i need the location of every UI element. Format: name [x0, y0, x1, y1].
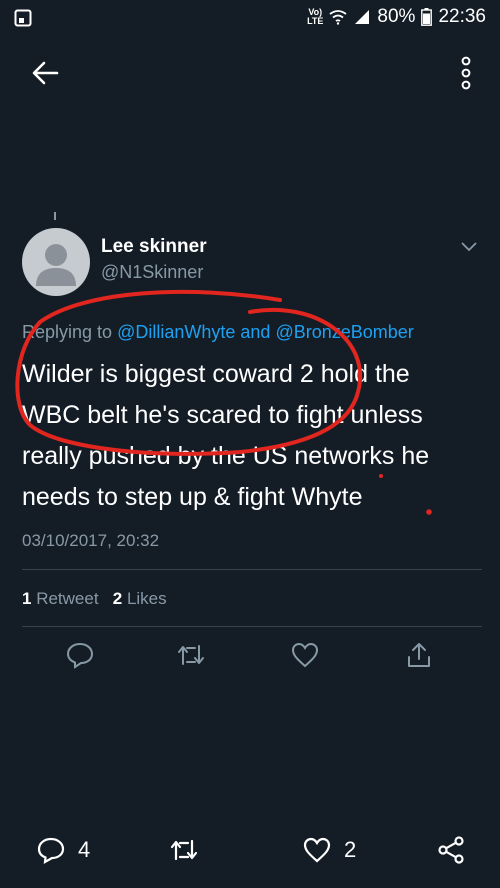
author-handle[interactable]: @N1Skinner	[101, 262, 203, 283]
signal-icon	[355, 10, 370, 24]
tweet-actions	[0, 640, 500, 676]
tweet-stats: 1 Retweet 2 Likes	[22, 589, 167, 609]
likes-stat[interactable]: 2 Likes	[113, 589, 167, 608]
status-bar: Vo) LTE 80% 22:36	[0, 0, 500, 36]
retweet-stat[interactable]: 1 Retweet	[22, 589, 99, 608]
likes-count-button[interactable]: 2	[302, 835, 356, 865]
tweet-timestamp: 03/10/2017, 20:32	[22, 531, 160, 550]
more-options-icon[interactable]	[460, 56, 472, 90]
wifi-icon	[329, 10, 347, 25]
back-arrow-icon[interactable]	[30, 58, 60, 88]
share-nodes-icon	[438, 836, 464, 864]
tweet-text: Wilder is biggest coward 2 hold the WBC …	[22, 360, 430, 511]
clock: 22:36	[438, 6, 486, 27]
share-button[interactable]	[436, 835, 466, 865]
status-icons: Vo) LTE 80% 22:36	[307, 6, 486, 28]
notification-icon	[14, 9, 32, 27]
replies-count-button[interactable]: 4	[36, 835, 90, 865]
reply-icon	[37, 837, 65, 865]
like-icon[interactable]	[290, 640, 320, 670]
divider	[22, 569, 482, 570]
volte-indicator: Vo) LTE	[307, 7, 324, 26]
share-icon[interactable]	[404, 640, 434, 670]
battery-icon	[421, 8, 433, 26]
bottom-action-bar: 4 2	[0, 835, 500, 875]
avatar[interactable]	[22, 228, 90, 296]
author-name[interactable]: Lee skinner	[101, 236, 207, 258]
chevron-down-icon[interactable]	[460, 240, 478, 254]
reply-icon[interactable]	[65, 640, 95, 670]
replying-to: Replying to @DillianWhyte and @BronzeBom…	[22, 322, 414, 342]
top-bar	[0, 48, 500, 98]
retweet-icon	[170, 839, 198, 861]
default-avatar-icon	[36, 244, 76, 286]
mention-bronzebomber[interactable]: @BronzeBomber	[275, 322, 413, 342]
battery-percent: 80%	[377, 6, 416, 27]
divider	[22, 626, 482, 627]
mention-dillianwhyte[interactable]: @DillianWhyte	[117, 322, 235, 342]
retweet-icon[interactable]	[176, 640, 206, 670]
retweet-button[interactable]	[168, 835, 200, 865]
annotation-mark	[54, 212, 56, 220]
like-icon	[303, 837, 331, 863]
